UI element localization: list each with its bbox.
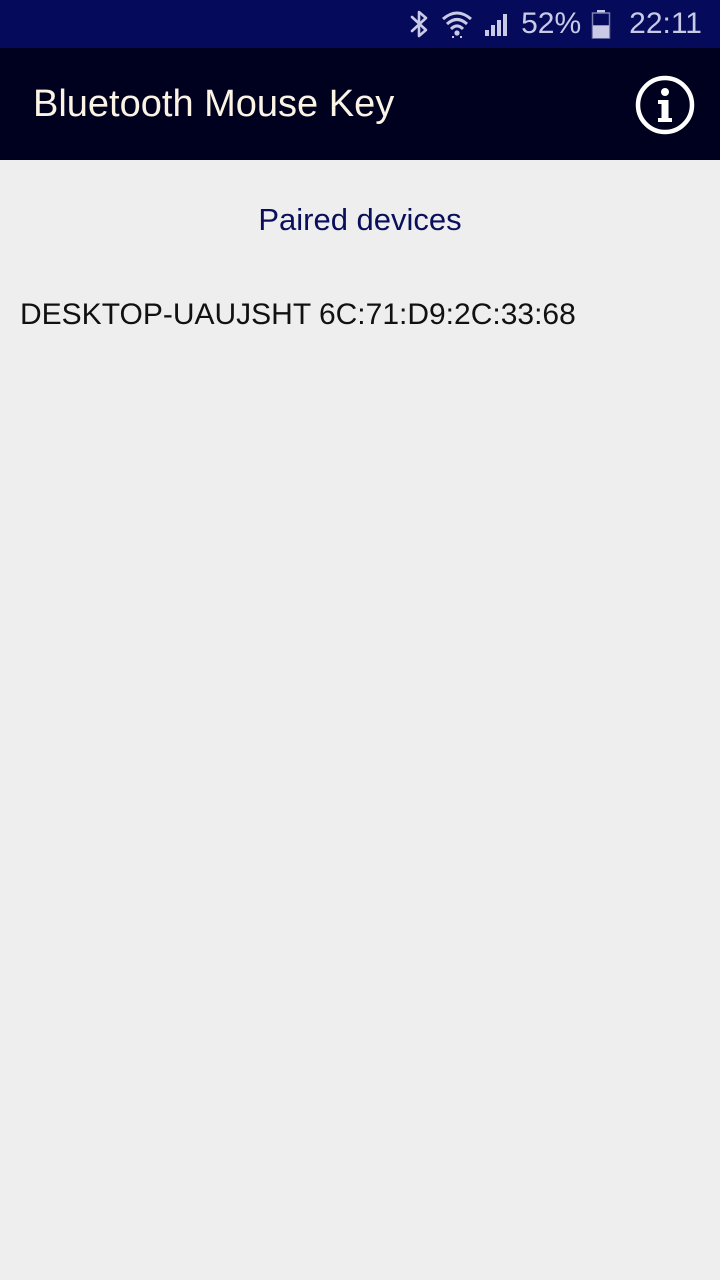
info-button[interactable] <box>635 75 695 135</box>
status-bar: 52% 22:11 <box>0 0 720 48</box>
paired-devices-title: Paired devices <box>258 202 462 237</box>
paired-device-list: DESKTOP-UAUJSHT 6C:71:D9:2C:33:68 <box>0 288 720 342</box>
app-bar: Bluetooth Mouse Key <box>0 48 720 160</box>
info-icon <box>635 75 695 135</box>
wifi-icon <box>441 9 473 39</box>
battery-percent: 52% <box>521 7 582 40</box>
signal-icon <box>483 10 511 38</box>
main-content: Paired devices DESKTOP-UAUJSHT 6C:71:D9:… <box>0 160 720 1280</box>
battery-icon <box>591 9 611 39</box>
clock: 22:11 <box>629 7 702 40</box>
list-item[interactable]: DESKTOP-UAUJSHT 6C:71:D9:2C:33:68 <box>0 288 720 342</box>
bluetooth-icon <box>409 9 431 39</box>
app-title: Bluetooth Mouse Key <box>33 83 395 125</box>
